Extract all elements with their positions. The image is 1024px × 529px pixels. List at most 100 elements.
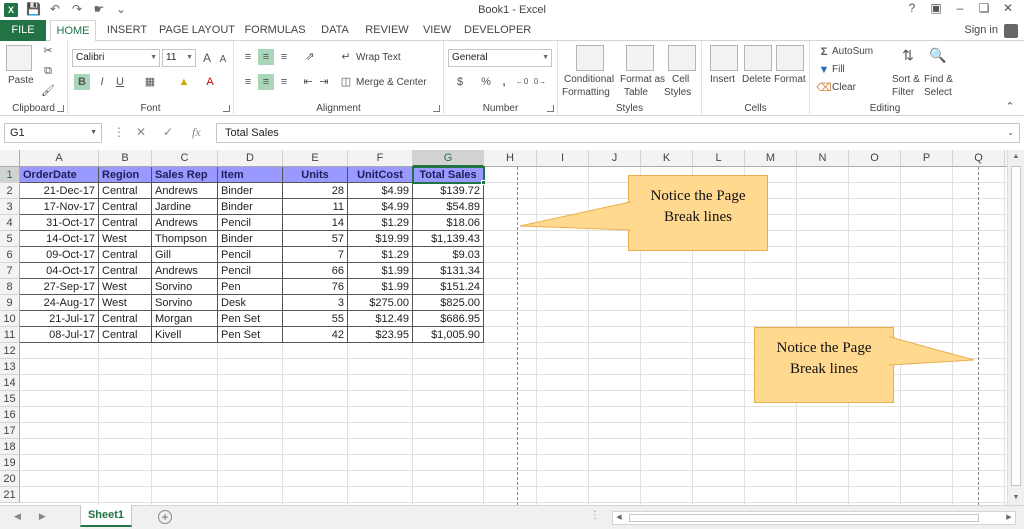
table-cell[interactable]: $151.24 bbox=[413, 279, 484, 295]
decrease-decimal-icon[interactable]: 0→ bbox=[532, 74, 548, 90]
tab-review[interactable]: REVIEW bbox=[364, 20, 410, 41]
insert-cells-icon[interactable] bbox=[710, 45, 738, 71]
italic-button[interactable]: I bbox=[94, 74, 110, 90]
table-cell[interactable]: Central bbox=[99, 263, 152, 279]
table-cell[interactable]: Pencil bbox=[218, 215, 283, 231]
increase-decimal-icon[interactable]: ←0 bbox=[514, 74, 530, 90]
table-cell[interactable]: Central bbox=[99, 247, 152, 263]
column-header-B[interactable]: B bbox=[99, 150, 152, 167]
align-center-icon[interactable]: ≡ bbox=[258, 74, 274, 90]
format-as-table-line1[interactable]: Format as bbox=[620, 74, 665, 85]
format-as-table-line2[interactable]: Table bbox=[624, 87, 648, 98]
tab-page-layout[interactable]: PAGE LAYOUT bbox=[158, 20, 236, 41]
table-cell[interactable]: Central bbox=[99, 311, 152, 327]
vertical-scrollbar[interactable]: ▲ ▼ bbox=[1007, 150, 1024, 505]
table-cell[interactable]: $1,005.90 bbox=[413, 327, 484, 343]
align-top-icon[interactable]: ≡ bbox=[240, 49, 256, 65]
insert-button[interactable]: Insert bbox=[710, 74, 735, 85]
fill-color-icon[interactable]: ▲ bbox=[176, 74, 192, 90]
conditional-formatting-line1[interactable]: Conditional bbox=[564, 74, 614, 85]
header-cell[interactable]: Item bbox=[218, 167, 283, 183]
table-cell[interactable]: Pencil bbox=[218, 247, 283, 263]
table-cell[interactable]: $23.95 bbox=[348, 327, 413, 343]
cell-styles-line1[interactable]: Cell bbox=[672, 74, 689, 85]
table-cell[interactable]: Kivell bbox=[152, 327, 218, 343]
enter-icon[interactable]: ✓ bbox=[163, 125, 173, 139]
font-color-icon[interactable]: A bbox=[202, 74, 218, 90]
table-cell[interactable]: $4.99 bbox=[348, 183, 413, 199]
autosum-icon[interactable]: Σ bbox=[816, 44, 832, 60]
column-header-M[interactable]: M bbox=[745, 150, 797, 167]
sign-in-link[interactable]: Sign in bbox=[964, 20, 998, 41]
table-cell[interactable]: West bbox=[99, 279, 152, 295]
table-cell[interactable]: 3 bbox=[283, 295, 348, 311]
row-header-19[interactable]: 19 bbox=[0, 455, 20, 471]
column-header-F[interactable]: F bbox=[348, 150, 413, 167]
table-cell[interactable]: Pencil bbox=[218, 263, 283, 279]
column-header-K[interactable]: K bbox=[641, 150, 693, 167]
format-cells-icon[interactable] bbox=[776, 45, 804, 71]
table-cell[interactable]: $1,139.43 bbox=[413, 231, 484, 247]
table-cell[interactable]: Central bbox=[99, 215, 152, 231]
table-cell[interactable]: Binder bbox=[218, 183, 283, 199]
clipboard-launcher-icon[interactable] bbox=[57, 105, 64, 112]
table-cell[interactable]: $4.99 bbox=[348, 199, 413, 215]
header-cell[interactable]: Units bbox=[283, 167, 348, 183]
select-all-button[interactable] bbox=[0, 150, 20, 167]
comma-button[interactable]: , bbox=[496, 74, 512, 90]
table-cell[interactable]: 66 bbox=[283, 263, 348, 279]
table-cell[interactable]: $54.89 bbox=[413, 199, 484, 215]
table-cell[interactable]: 08-Jul-17 bbox=[20, 327, 99, 343]
account-icon[interactable] bbox=[1004, 24, 1018, 38]
table-cell[interactable]: 11 bbox=[283, 199, 348, 215]
table-cell[interactable]: 76 bbox=[283, 279, 348, 295]
table-cell[interactable]: $19.99 bbox=[348, 231, 413, 247]
orientation-icon[interactable]: ⇗ bbox=[302, 49, 318, 65]
column-header-E[interactable]: E bbox=[283, 150, 348, 167]
clear-icon[interactable]: ⌫ bbox=[816, 80, 832, 96]
table-cell[interactable]: $1.29 bbox=[348, 247, 413, 263]
name-box[interactable]: G1 ▼ bbox=[4, 123, 102, 143]
restore-button[interactable]: ❏ bbox=[972, 1, 996, 15]
clear-button[interactable]: Clear bbox=[832, 82, 856, 93]
table-cell[interactable]: 24-Aug-17 bbox=[20, 295, 99, 311]
format-as-table-icon[interactable] bbox=[626, 45, 654, 71]
number-launcher-icon[interactable] bbox=[547, 105, 554, 112]
row-header-12[interactable]: 12 bbox=[0, 343, 20, 359]
table-cell[interactable]: Pen Set bbox=[218, 311, 283, 327]
table-cell[interactable]: 42 bbox=[283, 327, 348, 343]
table-cell[interactable]: 28 bbox=[283, 183, 348, 199]
column-header-G[interactable]: G bbox=[413, 150, 484, 167]
formula-input[interactable]: Total Sales ⌄ bbox=[216, 123, 1020, 143]
row-header-3[interactable]: 3 bbox=[0, 199, 20, 215]
column-header-O[interactable]: O bbox=[849, 150, 901, 167]
column-header-A[interactable]: A bbox=[20, 150, 99, 167]
align-bottom-icon[interactable]: ≡ bbox=[276, 49, 292, 65]
format-button[interactable]: Format bbox=[774, 74, 806, 85]
align-middle-icon[interactable]: ≡ bbox=[258, 49, 274, 65]
row-header-8[interactable]: 8 bbox=[0, 279, 20, 295]
column-header-D[interactable]: D bbox=[218, 150, 283, 167]
table-cell[interactable]: West bbox=[99, 295, 152, 311]
row-header-15[interactable]: 15 bbox=[0, 391, 20, 407]
table-cell[interactable]: 21-Dec-17 bbox=[20, 183, 99, 199]
table-cell[interactable]: $139.72 bbox=[413, 183, 484, 199]
number-format-select[interactable]: General ▼ bbox=[448, 49, 552, 67]
column-header-P[interactable]: P bbox=[901, 150, 953, 167]
align-right-icon[interactable]: ≡ bbox=[276, 74, 292, 90]
table-cell[interactable]: 14-Oct-17 bbox=[20, 231, 99, 247]
font-launcher-icon[interactable] bbox=[223, 105, 230, 112]
percent-button[interactable]: % bbox=[478, 74, 494, 90]
ribbon-display-options-icon[interactable]: ▣ bbox=[924, 1, 948, 15]
table-cell[interactable]: Central bbox=[99, 327, 152, 343]
table-cell[interactable]: Central bbox=[99, 199, 152, 215]
scroll-right-icon[interactable]: ▶ bbox=[1003, 512, 1015, 524]
column-header-I[interactable]: I bbox=[537, 150, 589, 167]
row-header-7[interactable]: 7 bbox=[0, 263, 20, 279]
font-name-select[interactable]: Calibri ▼ bbox=[72, 49, 160, 67]
tab-home[interactable]: HOME bbox=[50, 20, 96, 42]
header-cell[interactable]: OrderDate bbox=[20, 167, 99, 183]
tab-developer[interactable]: DEVELOPER bbox=[464, 20, 531, 41]
header-cell[interactable]: UnitCost bbox=[348, 167, 413, 183]
table-cell[interactable]: 14 bbox=[283, 215, 348, 231]
